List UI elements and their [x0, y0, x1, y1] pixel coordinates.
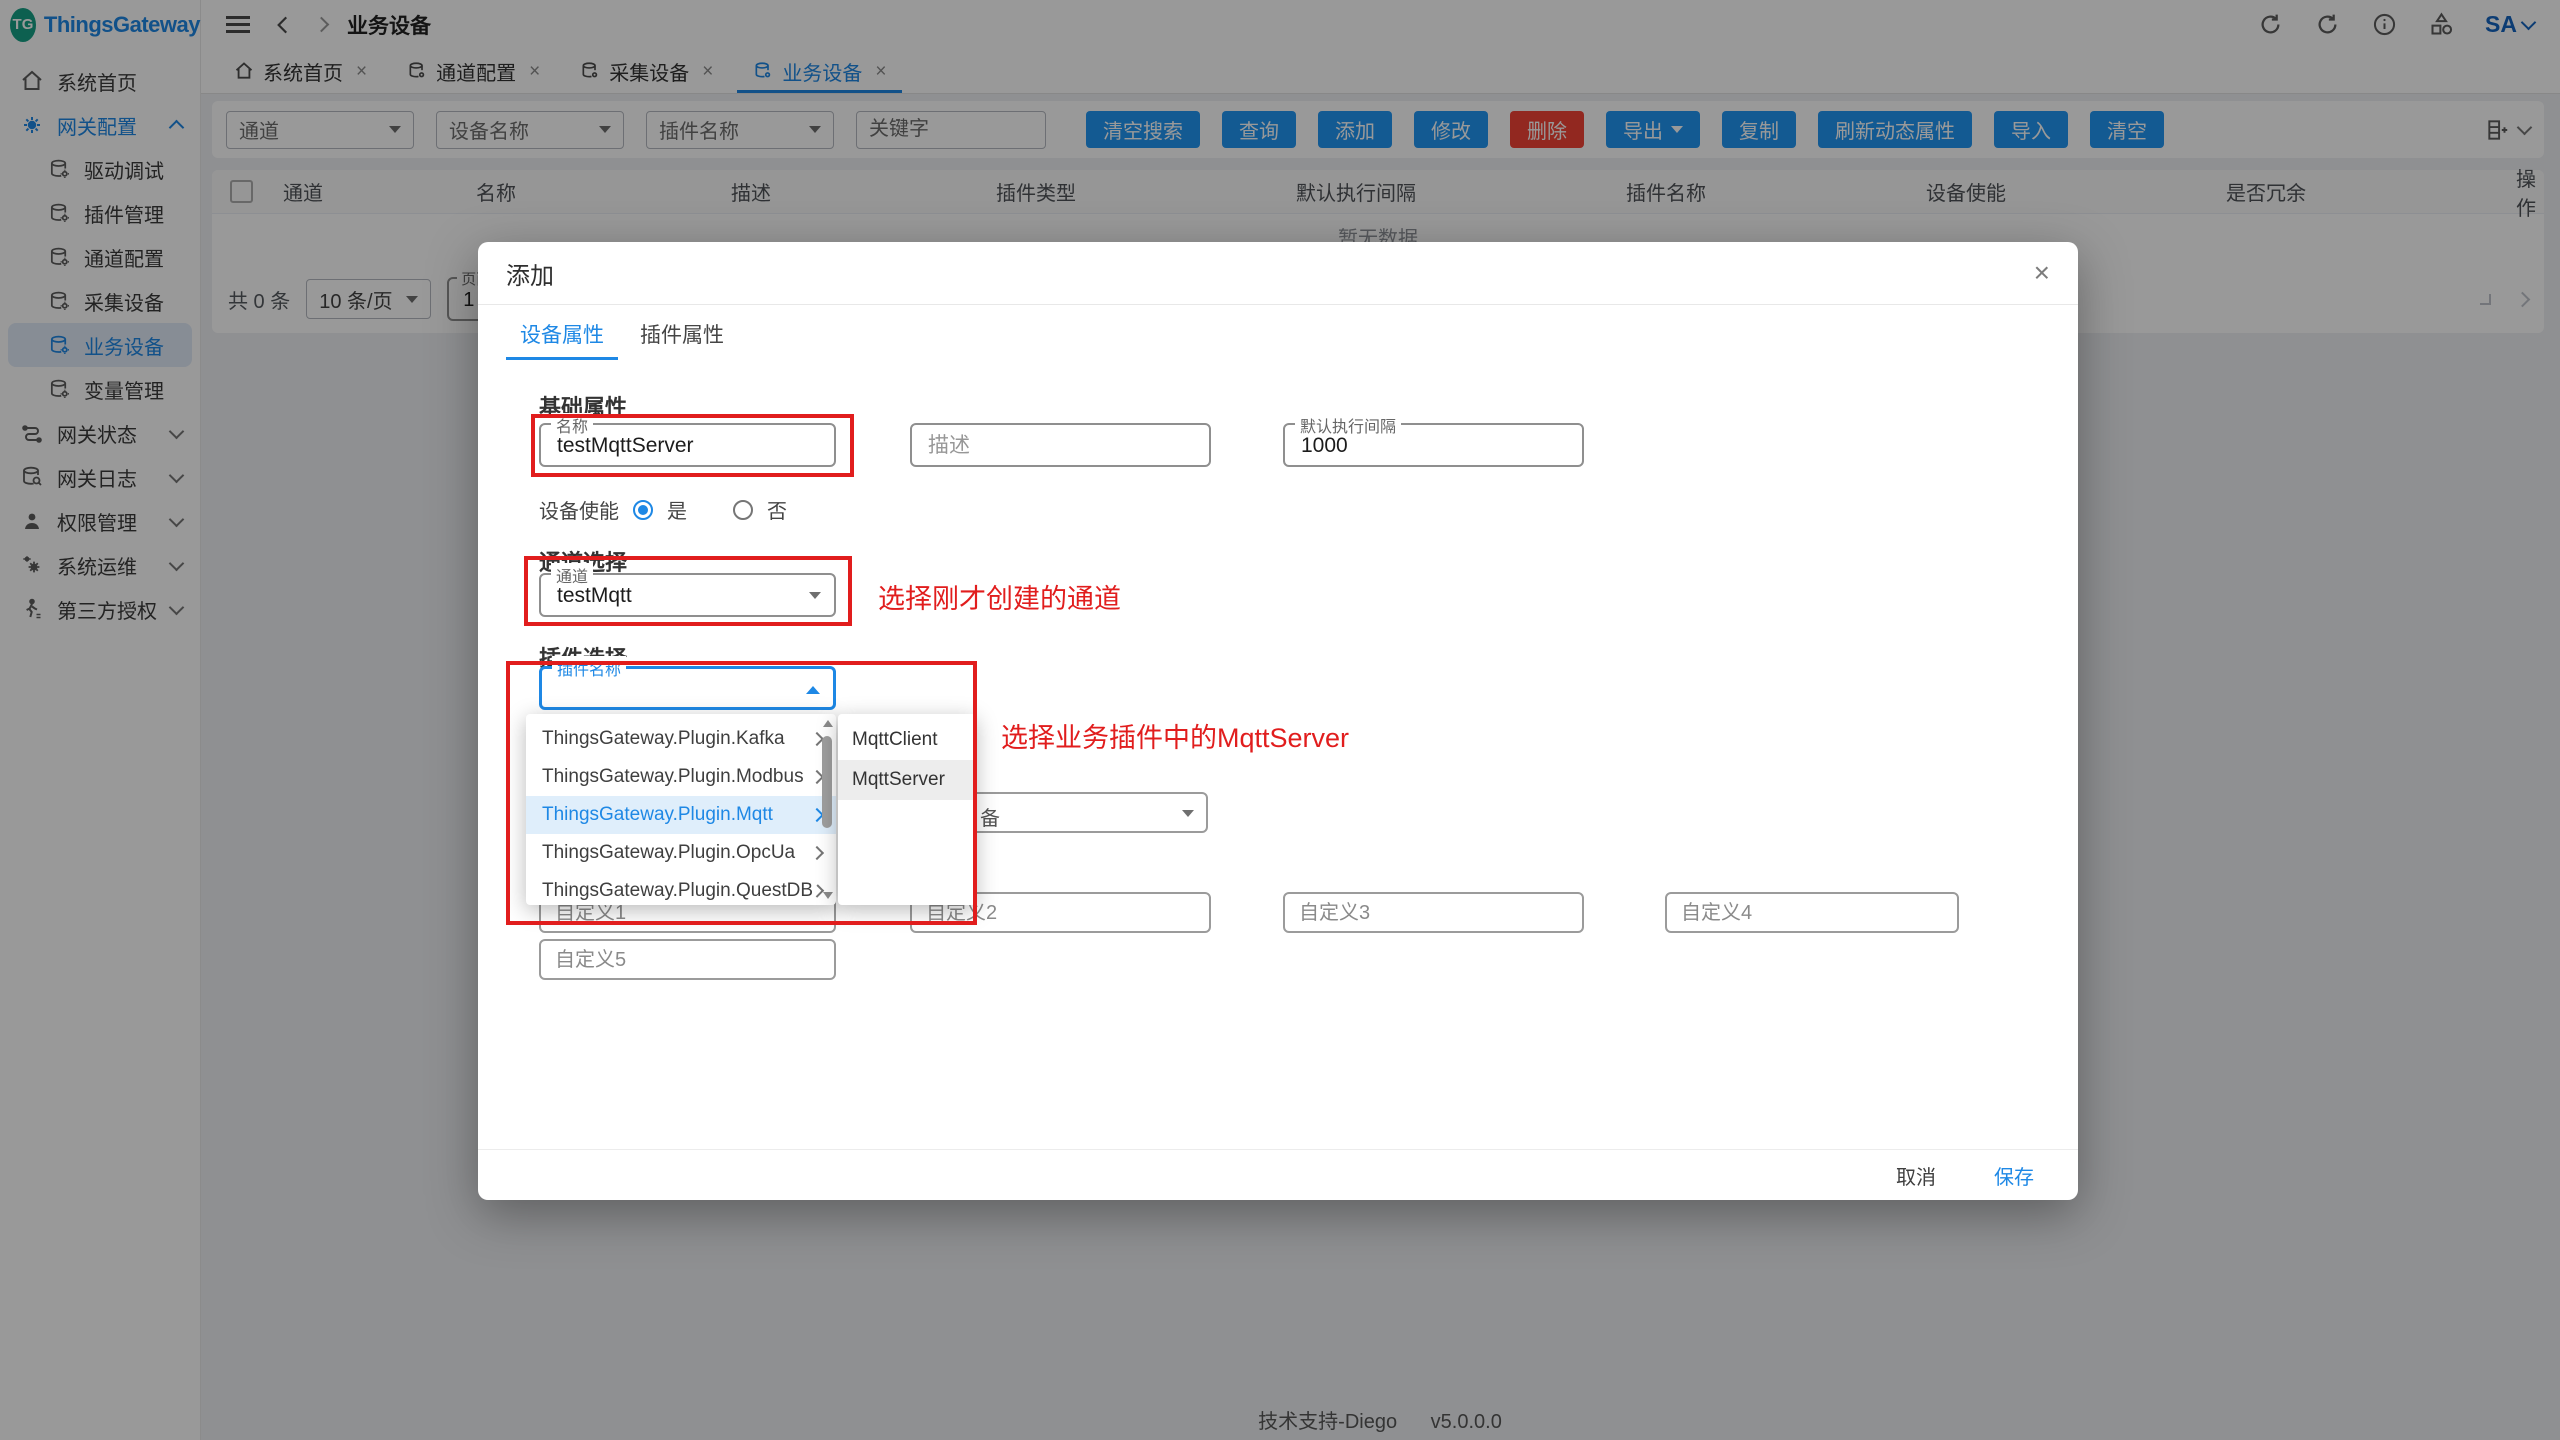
- cancel-button[interactable]: 取消: [1890, 1160, 1942, 1191]
- covered-select-text: 备: [980, 802, 1000, 831]
- modal-header: 添加: [478, 242, 2078, 305]
- custom3-field[interactable]: [1283, 892, 1584, 933]
- interval-field[interactable]: 默认执行间隔: [1283, 423, 1584, 467]
- annotation-note-plugin: 选择业务插件中的MqttServer: [1001, 716, 1349, 755]
- radio-no-label: 否: [767, 495, 787, 524]
- enable-radio-group: 设备使能 是 否: [539, 495, 787, 524]
- close-icon[interactable]: [2034, 259, 2050, 287]
- description-field[interactable]: [910, 423, 1211, 467]
- annotation-note-channel: 选择刚才创建的通道: [878, 577, 1121, 616]
- custom5-field[interactable]: [539, 939, 836, 980]
- custom4-input[interactable]: [1679, 901, 1944, 926]
- caret-down-icon: [1182, 810, 1194, 817]
- description-input[interactable]: [926, 427, 1175, 465]
- modal-title: 添加: [506, 256, 554, 291]
- app-root: TG ThingsGateway 系统首页 网关配置 驱动调试 插件管理: [0, 0, 2560, 1440]
- tab-device-props[interactable]: 设备属性: [502, 308, 622, 360]
- radio-yes-icon[interactable]: [633, 500, 653, 520]
- modal-footer: 取消 保存: [478, 1149, 2078, 1201]
- custom3-input[interactable]: [1297, 901, 1568, 926]
- save-button[interactable]: 保存: [1988, 1160, 2040, 1191]
- annotation-box-plugin: [506, 661, 977, 925]
- interval-input[interactable]: [1299, 427, 1548, 465]
- enable-label: 设备使能: [539, 495, 619, 524]
- annotation-box-name: [531, 414, 854, 477]
- custom5-input[interactable]: [553, 948, 821, 973]
- radio-no-icon[interactable]: [733, 500, 753, 520]
- radio-yes-label: 是: [667, 495, 687, 524]
- custom4-field[interactable]: [1665, 892, 1959, 933]
- tab-plugin-props[interactable]: 插件属性: [622, 308, 742, 360]
- modal-tabs: 设备属性 插件属性: [502, 308, 742, 360]
- annotation-box-channel: [524, 556, 852, 626]
